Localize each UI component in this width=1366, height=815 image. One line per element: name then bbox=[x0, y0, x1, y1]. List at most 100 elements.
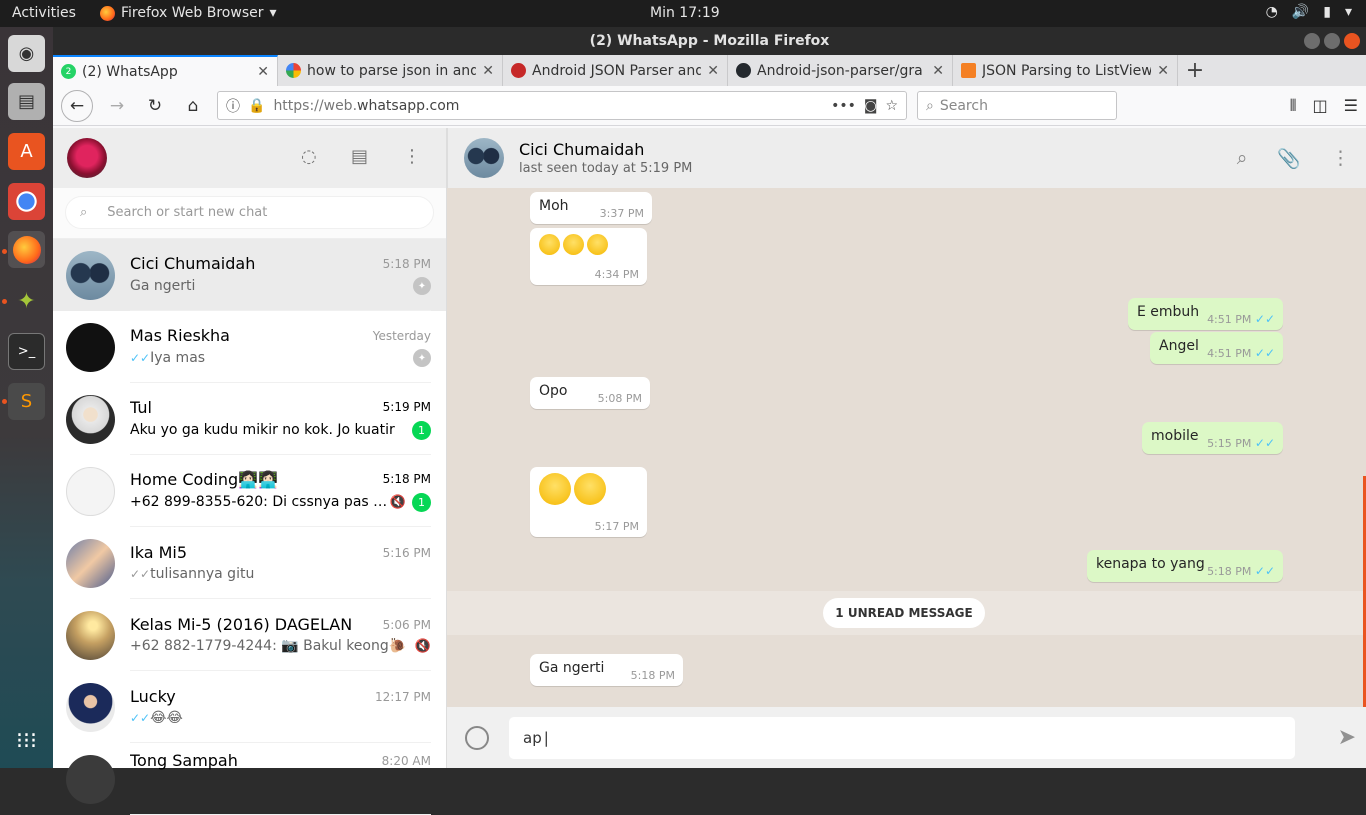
dropdown-arrow-icon: ▾ bbox=[269, 5, 277, 21]
close-tab-icon[interactable]: ✕ bbox=[482, 63, 494, 79]
search-chat-input[interactable]: ⌕ Search or start new chat bbox=[65, 196, 434, 229]
tab-json-listview[interactable]: JSON Parsing to ListView ✕ bbox=[953, 55, 1178, 86]
maximize-button[interactable] bbox=[1324, 33, 1340, 49]
expressionless-emoji-icon bbox=[539, 234, 560, 255]
contact-avatar bbox=[66, 682, 115, 732]
chat-item-home-coding[interactable]: Home Coding👩🏻‍💻👩🏻‍💻 5:18 PM +62 899-8355-… bbox=[53, 455, 446, 527]
ubuntu-dock: ◉ ▤ A ✦ >_ S ⁝⁝⁝ bbox=[0, 27, 53, 768]
new-chat-icon[interactable]: ▤ bbox=[351, 146, 368, 167]
message-bubble: Moh 3:37 PM bbox=[530, 192, 652, 224]
menu-icon[interactable]: ⋮ bbox=[1331, 147, 1350, 170]
reload-button[interactable]: ↻ bbox=[141, 92, 169, 120]
show-applications-icon[interactable]: ⁝⁝⁝ bbox=[8, 723, 45, 760]
double-check-icon: ✓✓ bbox=[130, 351, 151, 365]
close-tab-icon[interactable]: ✕ bbox=[707, 63, 719, 79]
close-tab-icon[interactable]: ✕ bbox=[1157, 63, 1169, 79]
contact-avatar bbox=[66, 538, 115, 588]
terminal-icon[interactable]: >_ bbox=[8, 333, 45, 370]
activities-button[interactable]: Activities bbox=[12, 5, 76, 21]
weary-face-emoji-icon bbox=[574, 473, 606, 505]
search-icon[interactable]: ⌕ bbox=[1237, 147, 1248, 170]
chat-item-cici-chumaidah[interactable]: Cici Chumaidah 5:18 PM Ga ngerti ✦ bbox=[53, 239, 446, 311]
message-list: Moh 3:37 PM 4:34 PM E embuh 4:51 PM ✓✓ A… bbox=[447, 188, 1366, 707]
chrome-icon[interactable] bbox=[8, 183, 45, 220]
chat-item-lucky[interactable]: Lucky 12:17 PM ✓✓😂😂 bbox=[53, 671, 446, 743]
window-title: (2) WhatsApp - Mozilla Firefox bbox=[589, 33, 830, 49]
conversation-header[interactable]: Cici Chumaidah last seen today at 5:19 P… bbox=[447, 128, 1366, 188]
chat-item-tong-sampah[interactable]: Tong Sampah 8:20 AM bbox=[53, 743, 446, 815]
message-bubble: kenapa to yang 5:18 PM ✓✓ bbox=[1087, 550, 1283, 582]
contact-avatar bbox=[66, 394, 115, 444]
message-input[interactable]: ap | bbox=[509, 716, 1295, 759]
chat-item-ika-mi5[interactable]: Ika Mi5 5:16 PM ✓✓tulisannya gitu bbox=[53, 527, 446, 599]
status-icon[interactable]: ◌ bbox=[301, 146, 317, 167]
message-bubble: E embuh 4:51 PM ✓✓ bbox=[1128, 298, 1283, 330]
running-indicator bbox=[2, 299, 7, 304]
my-avatar[interactable] bbox=[67, 138, 107, 178]
contact-avatar bbox=[66, 754, 115, 804]
close-window-button[interactable] bbox=[1344, 33, 1360, 49]
page-actions-icon[interactable]: ••• bbox=[831, 98, 856, 114]
expressionless-emoji-icon bbox=[587, 234, 608, 255]
search-input[interactable]: ⌕ Search bbox=[917, 91, 1117, 120]
message-bubble: 5:17 PM bbox=[530, 467, 647, 537]
tab-android-json-parser[interactable]: Android JSON Parser and ✕ bbox=[503, 55, 728, 86]
files-icon[interactable]: ▤ bbox=[8, 83, 45, 120]
tab-github[interactable]: Android-json-parser/gra ✕ bbox=[728, 55, 953, 86]
system-tray[interactable]: ◔ 🔊 ▮ ▾ bbox=[1266, 4, 1352, 20]
chat-item-mas-rieskha[interactable]: Mas Rieskha Yesterday ✓✓Iya mas ✦ bbox=[53, 311, 446, 383]
whatsapp-favicon-icon: 2 bbox=[61, 64, 76, 79]
pocket-icon[interactable]: ◙ bbox=[864, 98, 878, 114]
firefox-dock-icon[interactable] bbox=[8, 231, 45, 268]
last-seen: last seen today at 5:19 PM bbox=[519, 161, 693, 176]
chat-item-tul[interactable]: Tul 5:19 PM Aku yo ga kudu mikir no kok. … bbox=[53, 383, 446, 455]
attach-icon[interactable]: 📎 bbox=[1277, 147, 1301, 170]
contact-avatar bbox=[66, 250, 115, 300]
chat-item-kelas-mi5[interactable]: Kelas Mi-5 (2016) DAGELAN 5:06 PM +62 882… bbox=[53, 599, 446, 671]
sidebar-header: ◌ ▤ ⋮ bbox=[53, 128, 446, 188]
back-button[interactable]: ← bbox=[61, 89, 93, 122]
url-bar[interactable]: ⓘ 🔒 https://web.whatsapp.com ••• ◙ ☆ bbox=[217, 91, 907, 120]
running-indicator bbox=[2, 399, 7, 404]
sidebar-toggle-icon[interactable]: ◫ bbox=[1313, 96, 1328, 116]
firefox-window: (2) WhatsApp - Mozilla Firefox 2 (2) Wha… bbox=[53, 27, 1366, 815]
android-studio-icon[interactable]: ✦ bbox=[8, 283, 45, 320]
library-icon[interactable]: ⫴ bbox=[1290, 96, 1297, 116]
tab-google[interactable]: how to parse json in and ✕ bbox=[278, 55, 503, 86]
message-bubble: mobile 5:15 PM ✓✓ bbox=[1142, 422, 1283, 454]
close-tab-icon[interactable]: ✕ bbox=[257, 64, 269, 80]
send-icon[interactable]: ➤ bbox=[1338, 725, 1356, 750]
message-bubble: Opo 5:08 PM bbox=[530, 377, 650, 409]
double-check-icon: ✓✓ bbox=[1254, 312, 1275, 326]
site-favicon-icon bbox=[511, 63, 526, 78]
unread-badge: 1 bbox=[412, 420, 431, 440]
clock[interactable]: Min 17:19 bbox=[650, 5, 720, 21]
software-center-icon[interactable]: A bbox=[8, 133, 45, 170]
emoji-icon[interactable] bbox=[465, 725, 489, 750]
double-check-icon: ✓✓ bbox=[1254, 436, 1275, 450]
close-tab-icon[interactable]: ✕ bbox=[932, 63, 944, 79]
sublime-text-icon[interactable]: S bbox=[8, 383, 45, 420]
minimize-button[interactable] bbox=[1304, 33, 1320, 49]
menu-icon[interactable]: ⋮ bbox=[403, 146, 421, 167]
info-icon[interactable]: ⓘ bbox=[226, 96, 240, 116]
tab-whatsapp[interactable]: 2 (2) WhatsApp ✕ bbox=[53, 55, 278, 86]
unread-messages-badge: 1 UNREAD MESSAGE bbox=[823, 598, 985, 628]
search-icon: ⌕ bbox=[80, 205, 88, 220]
app-menu[interactable]: Firefox Web Browser ▾ bbox=[100, 5, 277, 21]
lock-icon: 🔒 bbox=[248, 97, 266, 114]
hamburger-menu-icon[interactable]: ☰ bbox=[1344, 96, 1358, 116]
home-button[interactable]: ⌂ bbox=[179, 92, 207, 120]
muted-icon: 🔇 bbox=[389, 494, 406, 510]
contact-avatar[interactable] bbox=[464, 138, 504, 178]
new-tab-button[interactable]: + bbox=[1178, 55, 1212, 86]
forward-button[interactable]: → bbox=[103, 92, 131, 120]
battery-icon: ▮ bbox=[1323, 4, 1331, 20]
contact-avatar bbox=[66, 610, 115, 660]
chat-search: ⌕ Search or start new chat bbox=[53, 188, 446, 239]
system-top-bar: Activities Firefox Web Browser ▾ Min 17:1… bbox=[0, 0, 1366, 27]
stackoverflow-favicon-icon bbox=[961, 63, 976, 78]
bookmark-star-icon[interactable]: ☆ bbox=[885, 98, 898, 114]
rhythmbox-icon[interactable]: ◉ bbox=[8, 35, 45, 72]
expressionless-emoji-icon bbox=[563, 234, 584, 255]
